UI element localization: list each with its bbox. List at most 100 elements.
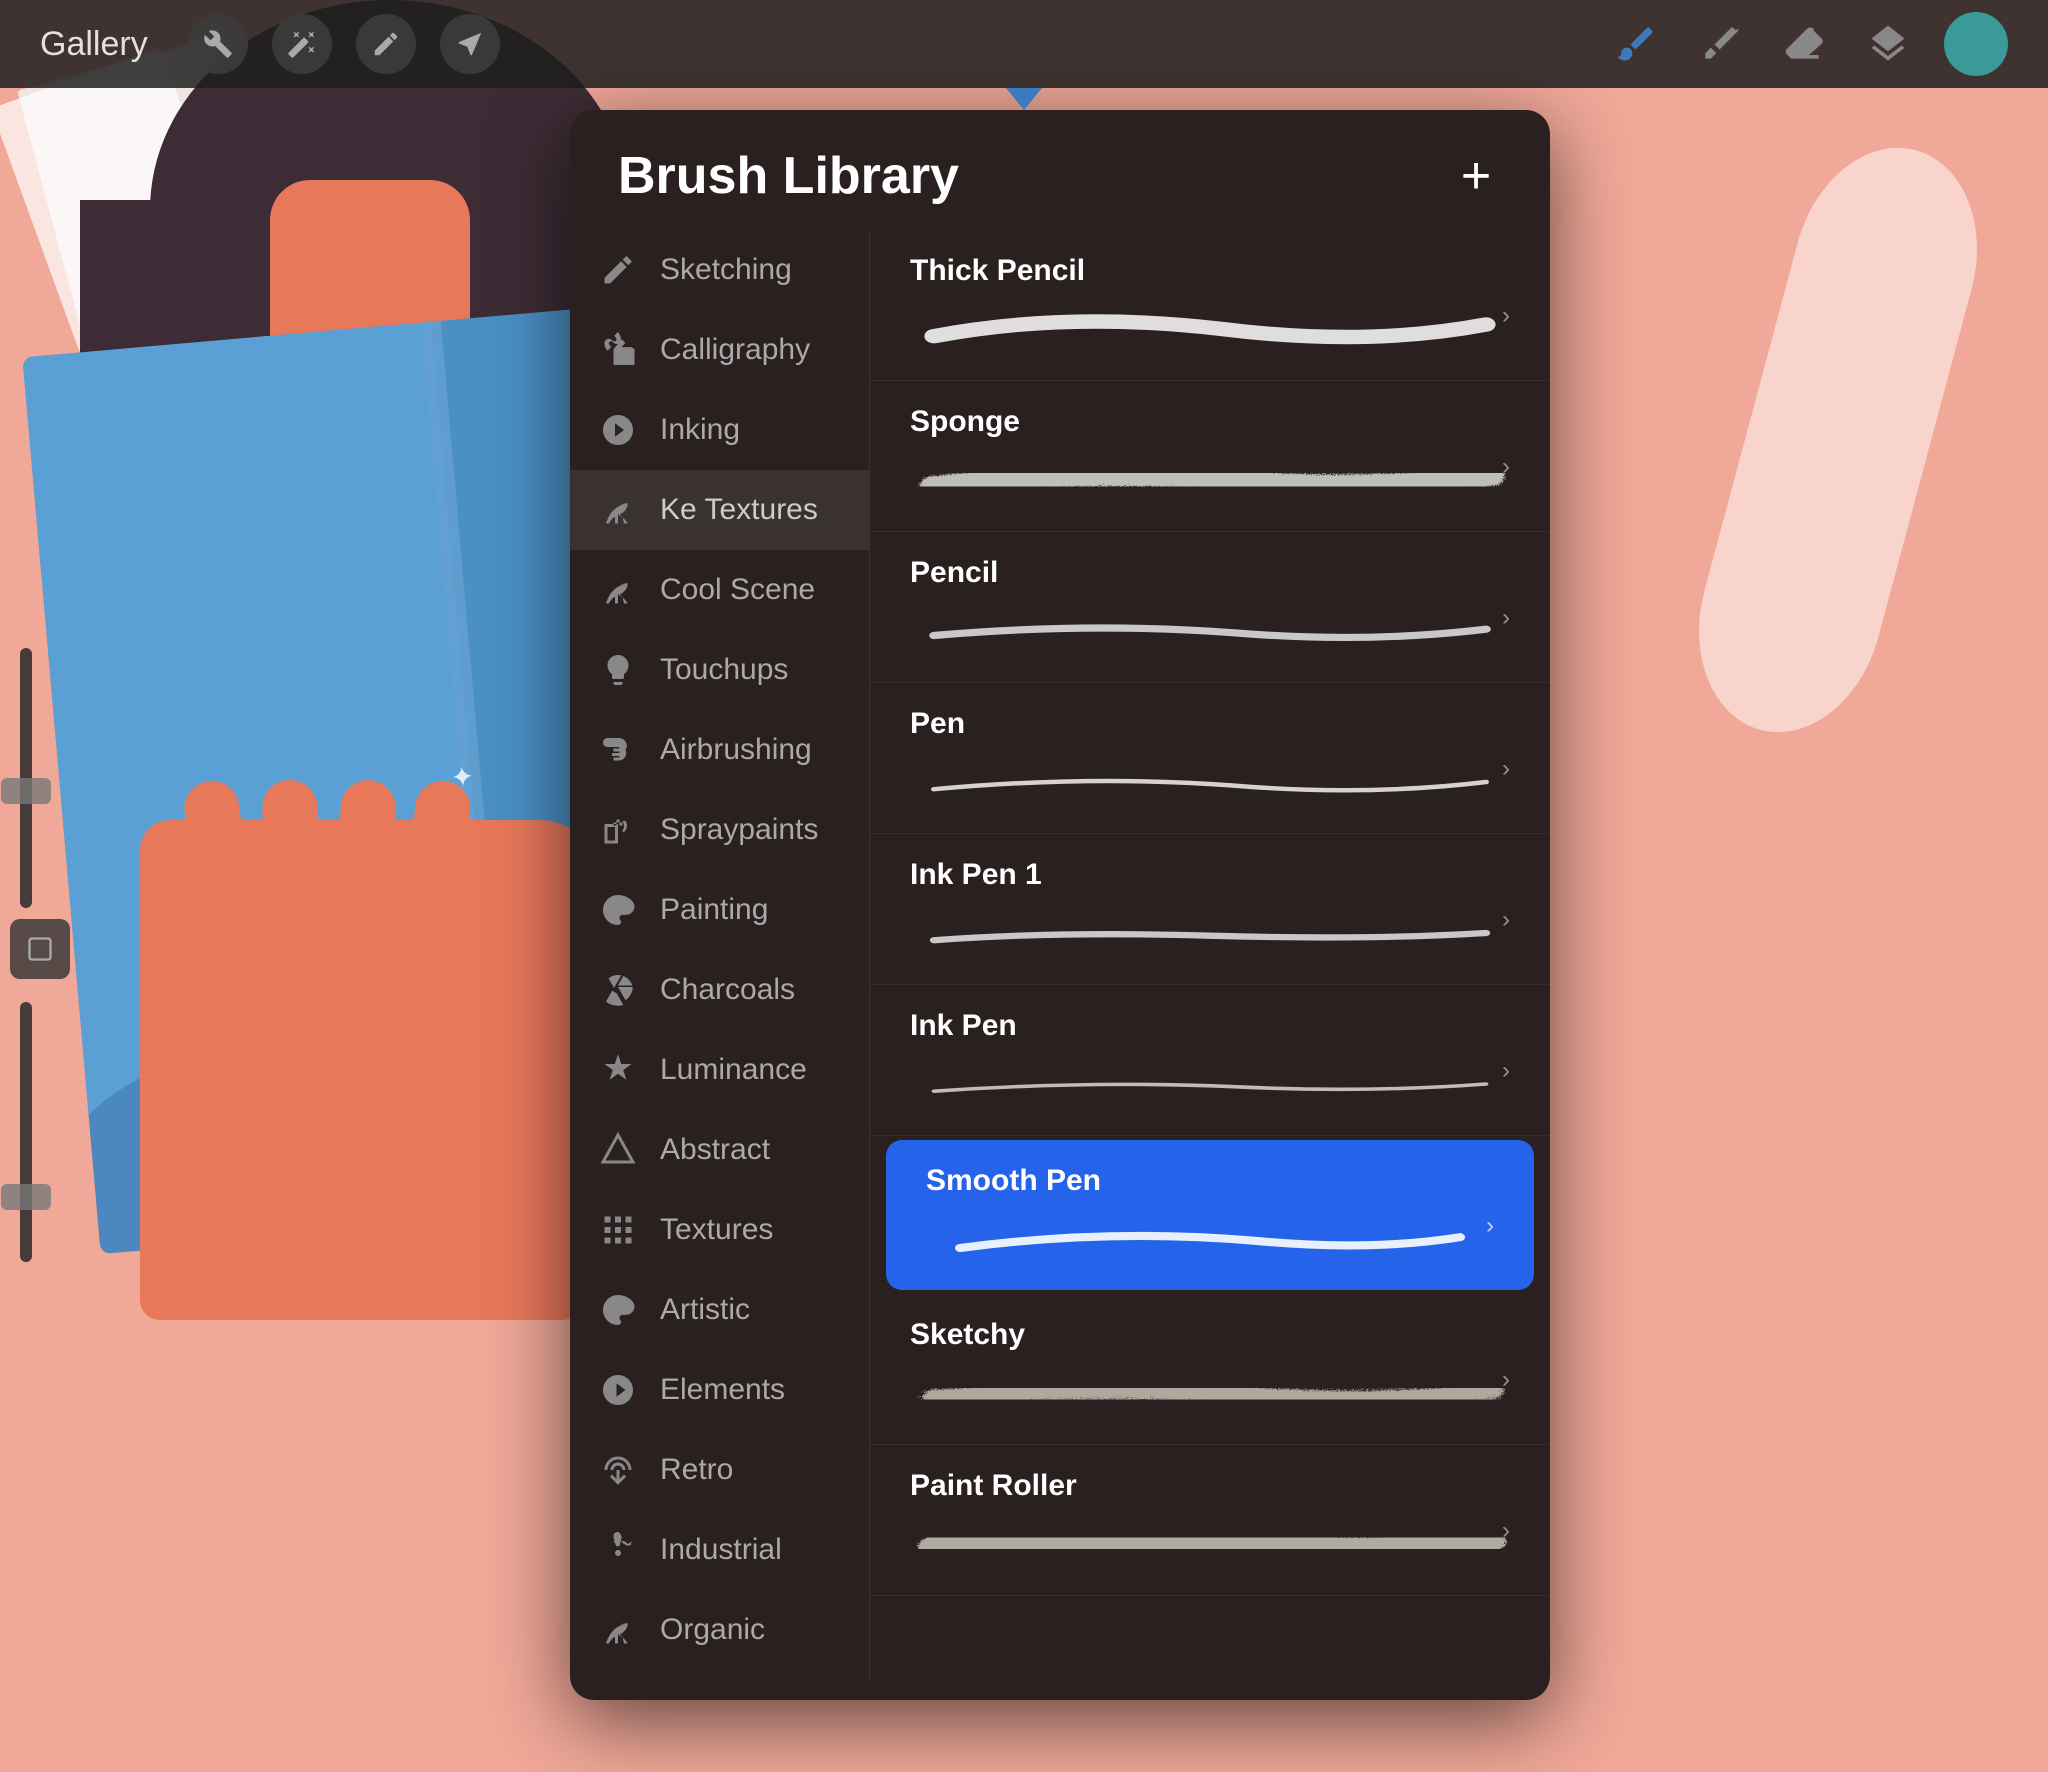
sidebar-item-luminance[interactable]: Luminance [570,1030,869,1110]
sidebar-item-textures[interactable]: Textures [570,1190,869,1270]
brush-name-pen: Pen [910,707,1510,741]
elements-icon [600,1372,636,1408]
edit-icon-pencil: › [1502,604,1510,632]
brush-item-thick-pencil[interactable]: Thick Pencil › [870,230,1550,381]
brush-name-thick-pencil: Thick Pencil [910,254,1510,288]
sidebar-item-spraypaints[interactable]: Spraypaints [570,790,869,870]
brush-name-sketchy: Sketchy [910,1318,1510,1352]
toolbar-right-icons [1608,12,2008,76]
category-list: Sketching Calligraphy Inking [570,230,870,1680]
size-slider[interactable] [20,1002,32,1262]
edit-icon-paint-roller: › [1502,1517,1510,1545]
charcoals-label: Charcoals [660,973,795,1007]
sidebar-item-artistic[interactable]: Artistic [570,1270,869,1350]
sidebar-item-retro[interactable]: Retro [570,1430,869,1510]
sidebar-item-sketching[interactable]: Sketching [570,230,869,310]
brush-name-ink-pen: Ink Pen [910,1009,1510,1043]
brush-item-sponge[interactable]: Sponge › [870,381,1550,532]
sidebar-item-inking[interactable]: Inking [570,390,869,470]
sidebar-item-elements[interactable]: Elements [570,1350,869,1430]
luminance-label: Luminance [660,1053,807,1087]
brush-item-smooth-pen[interactable]: Smooth Pen › [886,1140,1534,1290]
edit-icon-thick-pencil: › [1502,302,1510,330]
artistic-label: Artistic [660,1293,750,1327]
sketching-icon [600,252,636,288]
abstract-icon [600,1132,636,1168]
cool-scene-icon [600,572,636,608]
brush-preview-pen: › [910,755,1510,809]
organic-label: Organic [660,1613,765,1647]
sidebar-item-abstract[interactable]: Abstract [570,1110,869,1190]
luminance-icon [600,1052,636,1088]
brush-preview-sketchy: › [910,1366,1510,1420]
inking-label: Inking [660,413,740,447]
calligraphy-icon [600,332,636,368]
sidebar-item-cool-scene[interactable]: Cool Scene [570,550,869,630]
brush-name-ink-pen-1: Ink Pen 1 [910,858,1510,892]
sidebar-item-water[interactable]: Water [570,1670,869,1680]
finger-3 [334,779,397,937]
white-decorative-shape [1673,127,2002,753]
artistic-icon [600,1292,636,1328]
brush-item-sketchy[interactable]: Sketchy › [870,1294,1550,1445]
sidebar-item-airbrushing[interactable]: Airbrushing [570,710,869,790]
calligraphy-label: Calligraphy [660,333,810,367]
brush-tool[interactable] [1608,16,1664,72]
edit-icon-smooth-pen: › [1486,1212,1494,1240]
size-thumb[interactable] [1,1184,51,1210]
wrench-button[interactable] [188,14,248,74]
brush-item-pencil[interactable]: Pencil › [870,532,1550,683]
retro-label: Retro [660,1453,733,1487]
brush-item-pen[interactable]: Pen › [870,683,1550,834]
industrial-icon [600,1532,636,1568]
opacity-slider[interactable] [20,648,32,908]
retro-icon [600,1452,636,1488]
sidebar-item-industrial[interactable]: Industrial [570,1510,869,1590]
character-fingers [200,780,456,940]
sidebar-item-painting[interactable]: Painting [570,870,869,950]
inking-icon [600,412,636,448]
sidebar-item-ke-textures[interactable]: Ke Textures [570,470,869,550]
brush-name-pencil: Pencil [910,556,1510,590]
edit-icon-ink-pen: › [1502,1057,1510,1085]
magic-button[interactable] [272,14,332,74]
airbrushing-label: Airbrushing [660,733,812,767]
user-avatar[interactable] [1944,12,2008,76]
sidebar-item-touchups[interactable]: Touchups [570,630,869,710]
sidebar-item-organic[interactable]: Organic [570,1590,869,1670]
brush-name-paint-roller: Paint Roller [910,1469,1510,1503]
brush-item-ink-pen[interactable]: Ink Pen › [870,985,1550,1136]
abstract-label: Abstract [660,1133,770,1167]
opacity-thumb[interactable] [1,778,51,804]
brush-preview-pencil: › [910,604,1510,658]
spraypaints-icon [600,812,636,848]
edit-icon-sponge: › [1502,453,1510,481]
brush-preview-paint-roller: › [910,1517,1510,1571]
airbrushing-icon [600,732,636,768]
sidebar-item-calligraphy[interactable]: Calligraphy [570,310,869,390]
layers-tool[interactable] [1860,16,1916,72]
brush-item-paint-roller[interactable]: Paint Roller › [870,1445,1550,1596]
brush-preview-sponge: › [910,453,1510,507]
brush-name-smooth-pen: Smooth Pen [926,1164,1494,1198]
brush-item-ink-pen-1[interactable]: Ink Pen 1 › [870,834,1550,985]
brush-list: Thick Pencil › Sponge [870,230,1550,1680]
arrow-button[interactable] [440,14,500,74]
elements-label: Elements [660,1373,785,1407]
panel-indicator [1006,88,1042,110]
left-sidebar [0,640,88,1270]
brush-library-panel: Brush Library + Sketching Calligraphy [570,110,1550,1700]
edit-icon-sketchy: › [1502,1366,1510,1394]
edit-icon-ink-pen-1: › [1502,906,1510,934]
sidebar-item-charcoals[interactable]: Charcoals [570,950,869,1030]
pen-tool[interactable] [1692,16,1748,72]
sidebar-square-tool[interactable] [10,919,70,979]
gallery-button[interactable]: Gallery [40,25,148,64]
add-brush-button[interactable]: + [1450,150,1502,202]
touchups-label: Touchups [660,653,788,687]
edit-icon-pen: › [1502,755,1510,783]
sketchbook-button[interactable] [356,14,416,74]
cool-scene-label: Cool Scene [660,573,815,607]
painting-label: Painting [660,893,768,927]
eraser-tool[interactable] [1776,16,1832,72]
